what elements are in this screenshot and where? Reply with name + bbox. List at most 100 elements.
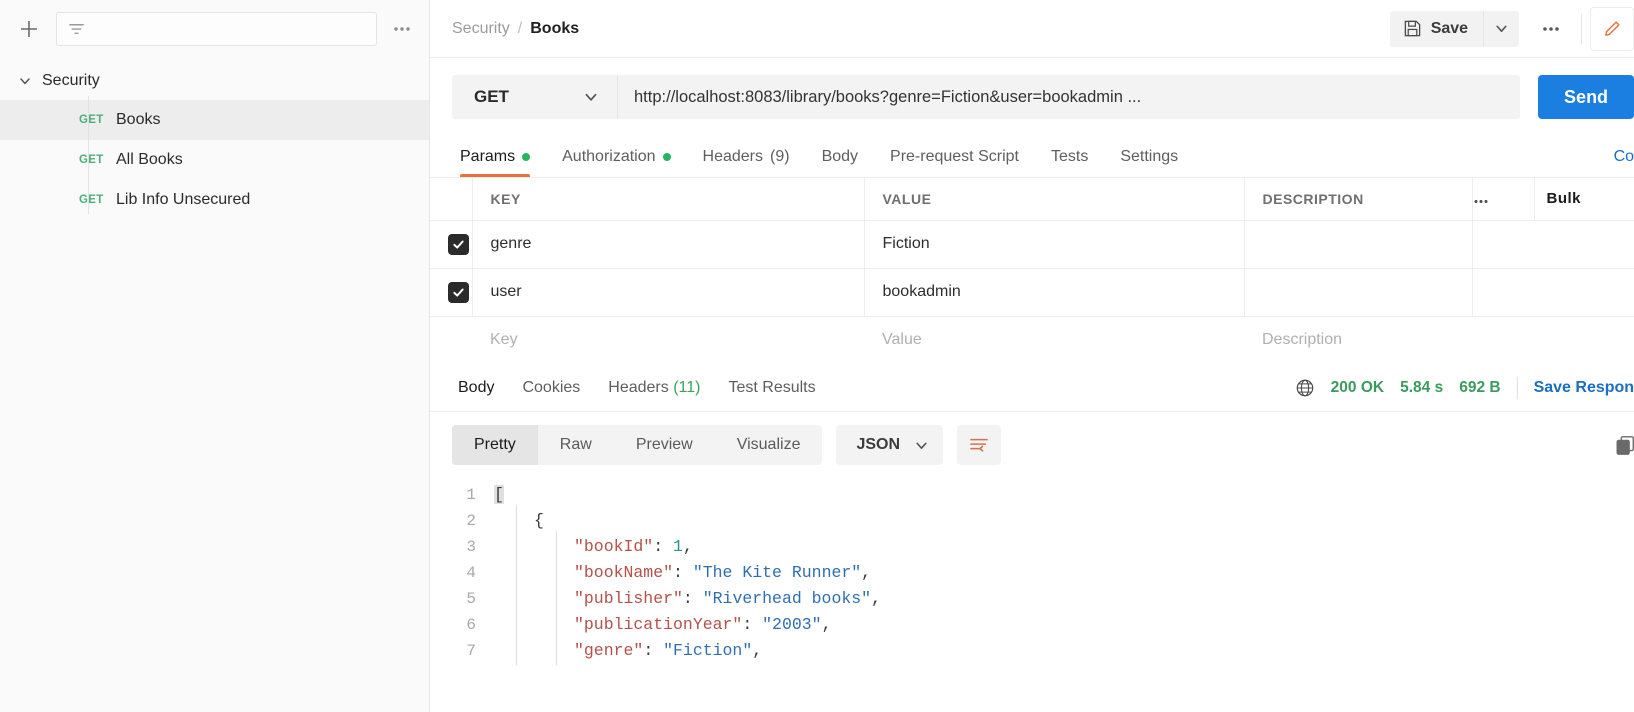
body-language-value: JSON [856, 436, 901, 453]
code-text: "publicationYear": "2003", [494, 612, 831, 638]
response-tab-cookies[interactable]: Cookies [508, 379, 594, 397]
word-wrap-toggle[interactable] [957, 425, 1002, 465]
response-tab-test-results[interactable]: Test Results [714, 379, 829, 397]
body-view-visualize[interactable]: Visualize [715, 425, 823, 465]
code-line: 4 "bookName": "The Kite Runner", [430, 560, 1634, 586]
save-options-button[interactable] [1483, 10, 1520, 47]
sidebar-request-label: Lib Info Unsecured [116, 191, 251, 208]
code-line: 3 "bookId": 1, [430, 534, 1634, 560]
breadcrumb-separator: / [517, 19, 523, 37]
request-more-button[interactable] [1531, 11, 1571, 47]
send-button[interactable]: Send [1538, 75, 1634, 119]
header-checkbox-col [430, 178, 473, 221]
code-line: 6 "publicationYear": "2003", [430, 612, 1634, 638]
line-number: 3 [466, 538, 476, 556]
param-value[interactable]: Fiction [864, 220, 1245, 269]
tab-status-dot [662, 153, 671, 161]
code-text: "publisher": "Riverhead books", [494, 586, 881, 612]
new-param-value[interactable]: Value [864, 316, 1244, 364]
add-new-button[interactable] [12, 12, 46, 46]
chevron-down-icon [1496, 25, 1507, 32]
tab-label: Authorization [562, 148, 656, 165]
code-token: , [821, 615, 832, 634]
param-value[interactable]: bookadmin [864, 268, 1245, 317]
param-description[interactable] [1244, 220, 1473, 269]
save-response-button[interactable]: Save Respon [1534, 379, 1634, 397]
sidebar-request-lib-info-unsecured[interactable]: GET Lib Info Unsecured [0, 180, 429, 220]
copy-response-button[interactable] [1608, 428, 1634, 462]
sidebar-request-label: Books [116, 111, 161, 128]
tab-label: Tests [1050, 148, 1089, 165]
response-size: 692 B [1459, 378, 1501, 396]
param-description[interactable] [1244, 268, 1473, 317]
param-key[interactable]: genre [472, 220, 865, 269]
code-token: : [682, 589, 703, 608]
filter-icon [69, 23, 84, 34]
body-format-toolbar: Pretty Raw Preview Visualize JSON [430, 412, 1634, 478]
response-body-code[interactable]: 1[2{3 "bookId": 1, 4 "bookName": "The Kite … [430, 478, 1634, 712]
ellipsis-icon [1543, 26, 1559, 31]
line-number: 6 [466, 616, 476, 634]
body-view-raw[interactable]: Raw [538, 425, 614, 465]
bulk-edit-button[interactable]: Bulk [1535, 190, 1582, 207]
row-checkbox-cell [430, 220, 473, 269]
code-token: "publicationYear" [574, 615, 743, 634]
code-token: "genre" [574, 641, 644, 660]
body-language-select[interactable]: JSON [836, 425, 944, 465]
breadcrumb-parent[interactable]: Security [452, 20, 510, 38]
save-button[interactable]: Save [1389, 10, 1484, 47]
code-line: 2{ [430, 508, 1634, 534]
response-tab-headers[interactable]: Headers (11) [594, 379, 714, 397]
row-spacer [1534, 220, 1634, 269]
tab-tests[interactable]: Tests [1035, 148, 1104, 177]
sidebar-request-all-books[interactable]: GET All Books [0, 140, 429, 180]
code-token: : [742, 615, 763, 634]
check-icon [453, 288, 464, 297]
tab-status-dot [522, 153, 531, 161]
row-spacer [1472, 268, 1534, 317]
cookies-link[interactable]: Co [1614, 148, 1634, 177]
code-token: : [643, 641, 664, 660]
chevron-down-icon [916, 442, 927, 449]
tab-pre-request-script[interactable]: Pre-request Script [874, 148, 1035, 177]
param-enabled-checkbox[interactable] [448, 281, 469, 303]
code-text: "genre": "Fiction", [494, 638, 762, 664]
table-row: genre Fiction [430, 220, 1634, 269]
new-param-key[interactable]: Key [472, 316, 864, 364]
response-tab-count: (11) [673, 378, 701, 396]
param-key[interactable]: user [472, 268, 865, 317]
tab-authorization[interactable]: Authorization [546, 148, 686, 177]
tab-body[interactable]: Body [806, 148, 874, 177]
request-method-badge: GET [79, 194, 104, 206]
globe-icon[interactable] [1295, 378, 1315, 398]
params-more-button[interactable] [1472, 178, 1535, 221]
edit-button[interactable] [1590, 6, 1634, 51]
tab-params[interactable]: Params [452, 148, 546, 177]
search-input[interactable] [56, 12, 377, 46]
row-spacer [1534, 316, 1634, 364]
url-bar: GET http://localhost:8083/library/books?… [430, 58, 1634, 136]
code-token: { [534, 511, 544, 530]
tab-label: Pre-request Script [890, 148, 1019, 165]
body-view-preview[interactable]: Preview [614, 425, 715, 465]
code-token: "2003" [762, 615, 822, 634]
http-method-select[interactable]: GET [452, 75, 617, 119]
url-input[interactable]: http://localhost:8083/library/books?genr… [617, 75, 1521, 119]
response-tab-body[interactable]: Body [452, 379, 508, 397]
response-tab-label: Headers [608, 378, 669, 396]
line-number: 4 [466, 564, 476, 582]
sidebar-request-books[interactable]: GET Books [0, 100, 429, 140]
header-key: KEY [472, 178, 865, 221]
sidebar-more-button[interactable] [387, 14, 417, 44]
tab-label: Headers [702, 148, 763, 165]
tab-settings[interactable]: Settings [1104, 148, 1194, 177]
header-description: DESCRIPTION [1244, 178, 1473, 221]
sidebar-folder-security[interactable]: Security [0, 62, 429, 100]
request-method-badge: GET [79, 114, 104, 126]
param-enabled-checkbox[interactable] [448, 233, 469, 255]
query-params-table: KEY VALUE DESCRIPTION Bulk genre Fiction… [430, 178, 1634, 364]
body-view-pretty[interactable]: Pretty [452, 425, 538, 465]
table-header-row: KEY VALUE DESCRIPTION Bulk [430, 178, 1634, 221]
new-param-description[interactable]: Description [1244, 316, 1472, 364]
tab-headers[interactable]: Headers (9) [687, 148, 806, 177]
